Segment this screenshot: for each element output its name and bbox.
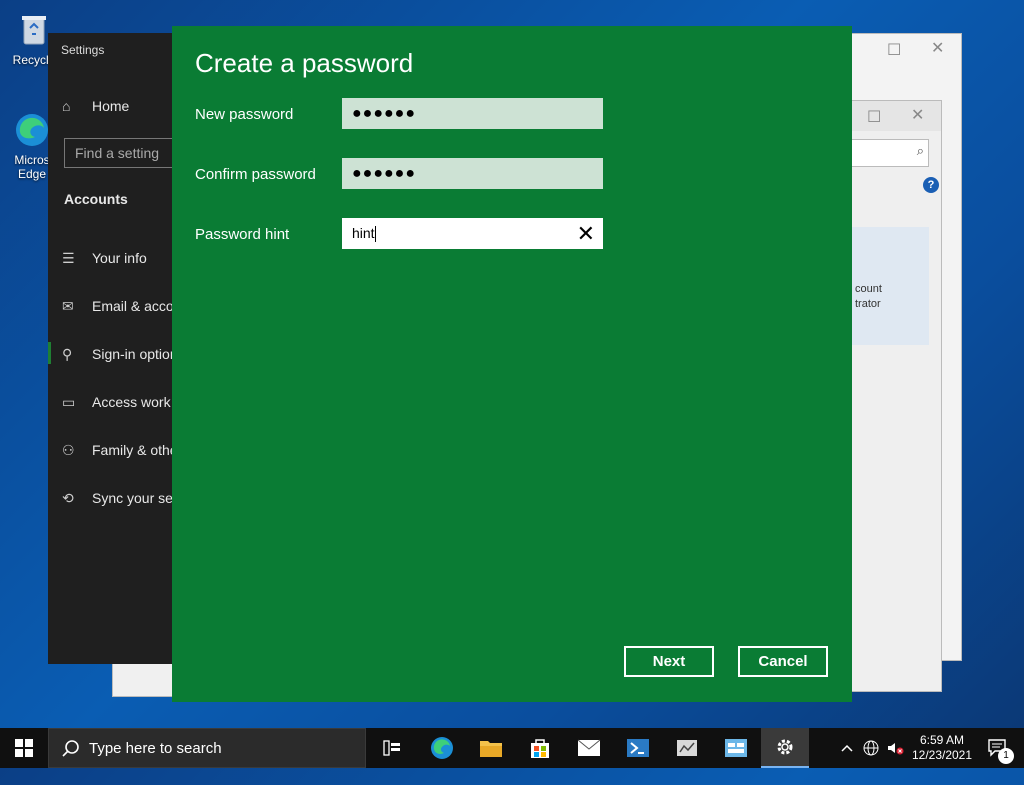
maximize-icon[interactable]: ☐ (887, 40, 901, 60)
person-add-icon: ⚇ (62, 442, 75, 458)
taskbar-search-placeholder: Type here to search (89, 740, 222, 757)
home-icon: ⌂ (62, 98, 71, 114)
person-card-icon: ☰ (62, 250, 75, 266)
new-password-input[interactable]: ●●●●●● (342, 98, 603, 129)
accounts-section-heading: Accounts (64, 191, 128, 207)
mail-icon: ✉ (62, 298, 74, 314)
edge-icon (12, 110, 52, 150)
confirm-password-label: Confirm password (195, 166, 316, 183)
clock-date: 12/23/2021 (911, 748, 973, 762)
store-icon (531, 739, 549, 758)
powershell-button[interactable] (614, 728, 662, 768)
find-setting-input[interactable]: Find a setting (64, 138, 172, 168)
powershell-icon (627, 739, 649, 757)
nav-label: Sign-in options (92, 346, 172, 362)
settings-taskbar-button[interactable] (761, 728, 809, 768)
windows-logo-icon (15, 739, 33, 757)
taskbar: Type here to search 6:59 AM 12/23/2021 1 (0, 728, 1024, 768)
new-password-label: New password (195, 106, 294, 123)
taskbar-search-box[interactable]: Type here to search (48, 728, 366, 768)
help-icon[interactable]: ? (923, 177, 939, 193)
nav-label: Family & other users (92, 442, 172, 458)
briefcase-icon: ▭ (62, 394, 76, 410)
chevron-up-icon (841, 744, 853, 752)
password-hint-input[interactable]: hint ✕ (342, 218, 603, 249)
close-icon[interactable]: ✕ (911, 105, 924, 125)
task-view-button[interactable] (368, 728, 416, 768)
volume-tray[interactable] (884, 728, 906, 768)
search-icon (61, 729, 81, 785)
maximize-icon[interactable]: ☐ (867, 107, 881, 127)
clock[interactable]: 6:59 AM 12/23/2021 (910, 728, 974, 768)
search-icon: ⌕ (916, 143, 924, 158)
clock-time: 6:59 AM (919, 733, 965, 747)
confirm-password-input[interactable]: ●●●●●● (342, 158, 603, 189)
partial-text: trator (855, 298, 881, 310)
settings-window: Settings ⌂ Home Find a setting Accounts ☰… (48, 33, 172, 664)
control-panel-icon (725, 739, 747, 757)
nav-label: Email & accounts (92, 298, 172, 314)
dialog-title: Create a password (195, 48, 414, 78)
close-icon[interactable]: ✕ (931, 38, 944, 58)
nav-family-users[interactable]: ⚇ Family & other users (62, 442, 172, 459)
settings-title: Settings (61, 43, 105, 57)
nav-home[interactable]: ⌂ Home (62, 98, 129, 114)
nav-label: Access work or school (92, 394, 172, 410)
folder-icon (480, 741, 502, 757)
nav-sign-in-options[interactable]: ⚲ Sign-in options (62, 346, 172, 363)
background-window-dialog: ☐ ✕ ⌕ ? count trator (840, 100, 942, 692)
file-explorer-button[interactable] (467, 728, 515, 768)
nav-your-info[interactable]: ☰ Your info (62, 250, 147, 267)
server-manager-button[interactable] (663, 728, 711, 768)
next-button[interactable]: Next (624, 646, 714, 677)
sync-icon: ⟲ (62, 490, 74, 506)
info-panel: count trator (851, 227, 929, 345)
edge-icon (431, 737, 453, 759)
show-hidden-icons[interactable] (838, 728, 856, 768)
nav-access-work[interactable]: ▭ Access work or school (62, 394, 172, 411)
store-button[interactable] (516, 728, 564, 768)
partial-text: count (855, 283, 882, 295)
globe-icon (863, 740, 879, 756)
cancel-button[interactable]: Cancel (738, 646, 828, 677)
nav-label: Your info (92, 250, 147, 266)
password-hint-label: Password hint (195, 226, 290, 243)
nav-sync-settings[interactable]: ⟲ Sync your settings (62, 490, 172, 507)
network-tray[interactable] (860, 728, 882, 768)
nav-home-label: Home (92, 98, 130, 114)
action-center-button[interactable]: 1 (978, 728, 1018, 768)
nav-email-accounts[interactable]: ✉ Email & accounts (62, 298, 172, 315)
clear-input-icon[interactable]: ✕ (577, 218, 595, 249)
task-view-icon (383, 740, 400, 756)
server-manager-icon (677, 740, 697, 756)
selected-indicator (48, 342, 51, 364)
start-button[interactable] (0, 728, 48, 768)
password-hint-value: hint (352, 225, 375, 241)
create-password-dialog: Create a password New password ●●●●●● Co… (172, 26, 852, 702)
edge-taskbar-button[interactable] (418, 728, 466, 768)
text-caret (374, 226, 376, 243)
mail-button[interactable] (565, 728, 613, 768)
control-panel-button[interactable] (712, 728, 760, 768)
key-icon: ⚲ (62, 346, 73, 362)
mail-icon (577, 739, 601, 756)
gear-icon (777, 739, 793, 755)
speaker-muted-icon (888, 743, 904, 755)
search-field-bg[interactable]: ⌕ (851, 139, 929, 167)
nav-label: Sync your settings (92, 490, 172, 506)
notification-count-badge: 1 (998, 748, 1014, 764)
